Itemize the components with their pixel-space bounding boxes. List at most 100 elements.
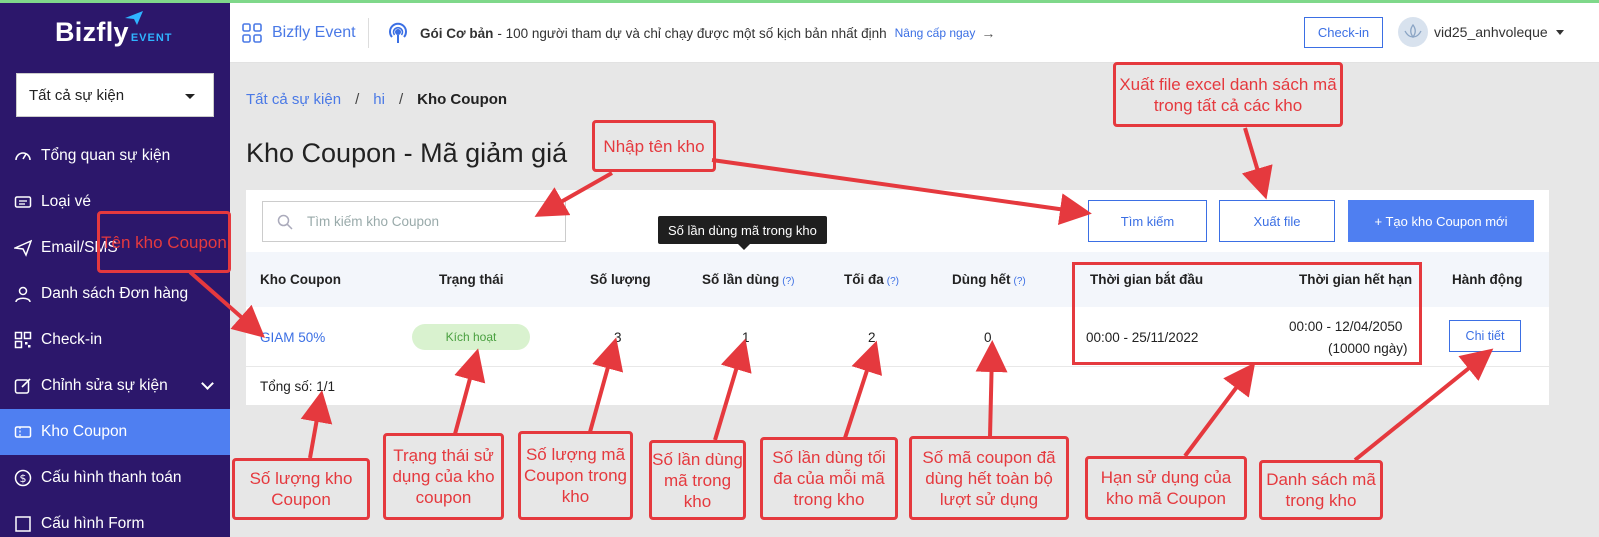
brand-link[interactable]: Bizfly Event xyxy=(242,23,356,43)
sidebar-item-label: Tổng quan sự kiện xyxy=(41,147,171,164)
th-used-up: Dùng hết (?) xyxy=(952,272,1026,287)
bizfly-logo[interactable]: Bizfly EVENT xyxy=(55,11,173,48)
lotus-icon xyxy=(1404,23,1422,39)
sidebar-item-coupon[interactable]: Kho Coupon xyxy=(0,409,230,455)
note-used-up: Số mã coupon đã dùng hết toàn bộ lượt sử… xyxy=(909,436,1069,520)
detail-button[interactable]: Chi tiết xyxy=(1449,320,1521,352)
user-menu[interactable]: vid25_anhvoleque xyxy=(1398,17,1564,47)
user-icon xyxy=(14,285,32,303)
caret-down-icon xyxy=(185,94,195,99)
sidebar-item-checkin[interactable]: Check-in xyxy=(0,317,230,363)
help-icon[interactable]: (?) xyxy=(887,276,899,287)
breadcrumb-current: Kho Coupon xyxy=(417,91,508,108)
edit-icon xyxy=(14,377,32,395)
logo-sub-text: EVENT xyxy=(130,32,173,44)
breadcrumb-all-events[interactable]: Tất cả sự kiện xyxy=(246,91,341,108)
sidebar-item-label: Cấu hình Form xyxy=(41,515,145,532)
note-coupon-name: Tên kho Coupon xyxy=(97,211,231,273)
header-divider xyxy=(368,18,369,48)
help-icon[interactable]: (?) xyxy=(782,276,794,287)
sidebar-item-label: Chỉnh sửa sự kiện xyxy=(41,377,168,394)
header-checkin-button[interactable]: Check-in xyxy=(1304,17,1383,48)
sidebar-item-overview[interactable]: Tổng quan sự kiện xyxy=(0,133,230,179)
sidebar-item-label: Loại vé xyxy=(41,193,91,210)
export-button[interactable]: Xuất file xyxy=(1219,200,1335,242)
form-icon xyxy=(14,515,32,533)
breadcrumb-separator: / xyxy=(398,91,404,108)
total-count: Tổng số: 1/1 xyxy=(260,379,335,394)
username: vid25_anhvoleque xyxy=(1434,24,1548,40)
th-quantity: Số lượng xyxy=(590,272,651,287)
th-uses-label: Số lần dùng xyxy=(702,272,780,287)
th-uses: Số lần dùng (?) xyxy=(702,272,794,287)
th-status: Trạng thái xyxy=(439,272,504,287)
note-list: Danh sách mã trong kho xyxy=(1259,460,1383,520)
top-header: Bizfly Event Gói Cơ bản - 100 người tham… xyxy=(230,3,1599,63)
note-export: Xuất file excel danh sách mã trong tất c… xyxy=(1113,62,1343,127)
sidebar-item-label: Check-in xyxy=(41,331,103,348)
ticket-icon xyxy=(14,193,32,211)
page-title: Kho Coupon - Mã giảm giá xyxy=(246,138,568,168)
sidebar-item-label: Cấu hình thanh toán xyxy=(41,469,182,486)
th-action: Hành động xyxy=(1452,272,1523,287)
note-max: Số lần dùng tối đa của mỗi mã trong kho xyxy=(760,437,898,520)
uses-tooltip: Số lần dùng mã trong kho xyxy=(658,216,827,250)
total-label: Tổng số: xyxy=(260,379,313,394)
sidebar-item-edit-event[interactable]: Chỉnh sửa sự kiện xyxy=(0,363,230,409)
broadcast-icon xyxy=(389,22,407,43)
sidebar-item-form-config[interactable]: Cấu hình Form xyxy=(0,501,230,537)
th-max: Tối đa (?) xyxy=(844,272,899,287)
breadcrumb-separator: / xyxy=(355,91,360,108)
cell-max: 2 xyxy=(868,330,876,345)
search-button[interactable]: Tìm kiếm xyxy=(1088,200,1207,242)
logo-text: Bizfly xyxy=(55,17,129,47)
th-used-up-label: Dùng hết xyxy=(952,272,1011,287)
avatar xyxy=(1398,17,1428,47)
note-name-input: Nhập tên kho xyxy=(592,120,716,172)
arrow-right-icon: → xyxy=(981,25,996,41)
paper-plane-icon xyxy=(125,11,143,25)
arrow-count xyxy=(300,390,333,459)
sidebar-item-label: Kho Coupon xyxy=(41,423,128,440)
help-icon[interactable]: (?) xyxy=(1014,276,1026,287)
search-placeholder: Tìm kiếm kho Coupon xyxy=(307,214,440,229)
caret-down-icon xyxy=(1555,29,1564,35)
gauge-icon xyxy=(14,147,32,165)
cell-quantity: 3 xyxy=(614,330,622,345)
cell-used-up: 0 xyxy=(984,330,992,345)
plan-info: Gói Cơ bản - 100 người tham dự và chỉ ch… xyxy=(386,21,995,45)
event-select[interactable]: Tất cả sự kiện xyxy=(16,73,214,117)
sidebar-item-orders[interactable]: Danh sách Đơn hàng xyxy=(0,271,230,317)
coupon-name-link[interactable]: GIAM 50% xyxy=(260,330,325,345)
note-validity: Hạn sử dụng của kho mã Coupon xyxy=(1085,456,1247,520)
breadcrumb-event[interactable]: hi xyxy=(373,91,385,108)
brand-text: Bizfly Event xyxy=(272,24,356,41)
upgrade-link[interactable]: Nâng cấp ngay xyxy=(895,26,976,40)
note-uses: Số lần dùng mã trong kho xyxy=(649,440,746,520)
sidebar-item-label: Danh sách Đơn hàng xyxy=(41,285,189,302)
cell-uses: 1 xyxy=(742,330,750,345)
arrow-export xyxy=(1241,127,1273,200)
send-icon xyxy=(14,239,32,257)
th-name: Kho Coupon xyxy=(260,272,341,287)
note-quantity: Số lượng mã Coupon trong kho xyxy=(518,431,633,520)
time-columns-highlight xyxy=(1072,262,1422,365)
svg-text:$: $ xyxy=(20,472,27,485)
event-select-value: Tất cả sự kiện xyxy=(29,87,125,104)
dollar-icon: $ xyxy=(14,469,32,487)
th-max-label: Tối đa xyxy=(844,272,884,287)
apps-grid-icon xyxy=(242,23,262,43)
search-icon xyxy=(277,214,293,230)
chevron-down-icon[interactable] xyxy=(201,377,214,390)
search-input[interactable]: Tìm kiếm kho Coupon xyxy=(262,201,566,242)
total-value: 1/1 xyxy=(316,379,336,394)
coupon-icon xyxy=(14,423,32,441)
breadcrumb: Tất cả sự kiện / hi / Kho Coupon xyxy=(246,91,507,108)
note-count: Số lượng kho Coupon xyxy=(232,458,370,520)
create-coupon-button[interactable]: + Tạo kho Coupon mới xyxy=(1348,200,1534,242)
plan-description: - 100 người tham dự và chỉ chạy được một… xyxy=(497,25,887,41)
status-badge: Kích hoạt xyxy=(412,324,530,350)
plan-name: Gói Cơ bản xyxy=(420,25,494,41)
sidebar-item-payment-config[interactable]: $ Cấu hình thanh toán xyxy=(0,455,230,501)
note-status: Trạng thái sử dụng của kho coupon xyxy=(383,433,504,520)
